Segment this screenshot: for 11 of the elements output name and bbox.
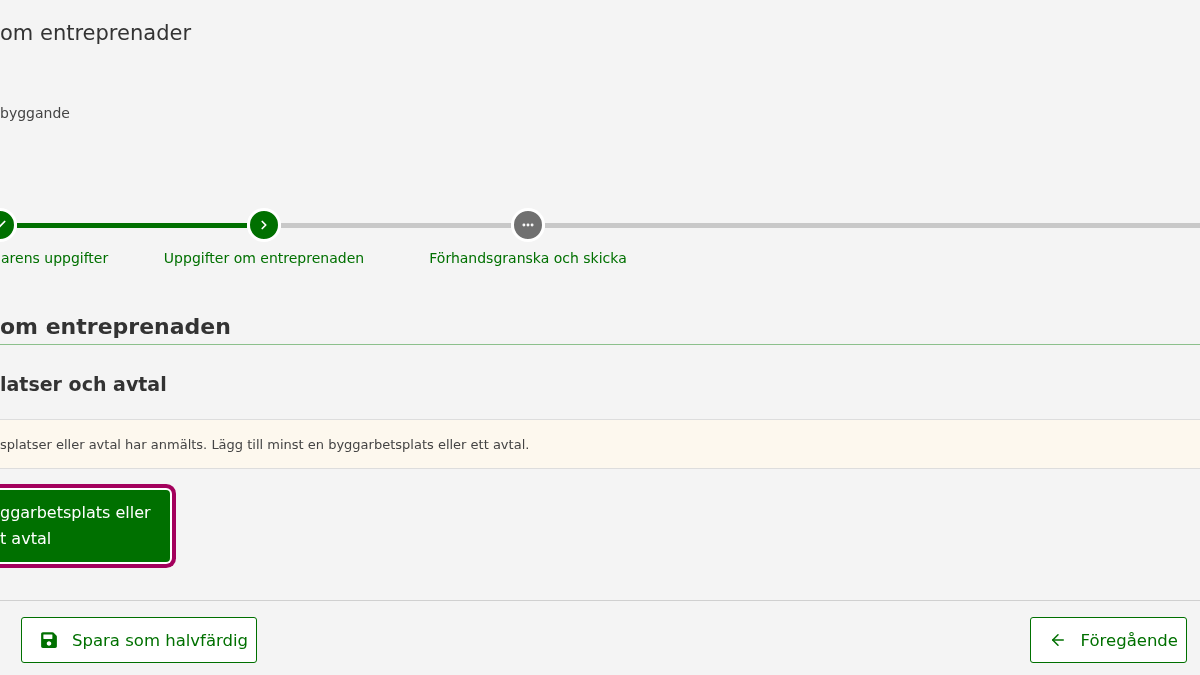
save-icon bbox=[40, 631, 58, 649]
step-label[interactable]: arens uppgifter bbox=[1, 250, 109, 266]
subtitle: byggande bbox=[0, 104, 71, 122]
notice-message: splatser eller avtal har anmälts. Lägg till minst en byggarbetsplats eller ett avtal. bbox=[0, 419, 1200, 469]
step-label[interactable]: Förhandsgranska och skicka bbox=[429, 250, 627, 266]
save-button[interactable]: Spara som halvfärdig bbox=[21, 617, 258, 663]
section-heading: om entreprenaden bbox=[0, 313, 1200, 345]
step-label[interactable]: Uppgifter om entreprenaden bbox=[163, 250, 365, 266]
subsection-heading: latser och avtal bbox=[0, 372, 168, 397]
page-title: om entreprenader bbox=[0, 20, 193, 47]
previous-button[interactable]: Föregående bbox=[1029, 617, 1187, 663]
